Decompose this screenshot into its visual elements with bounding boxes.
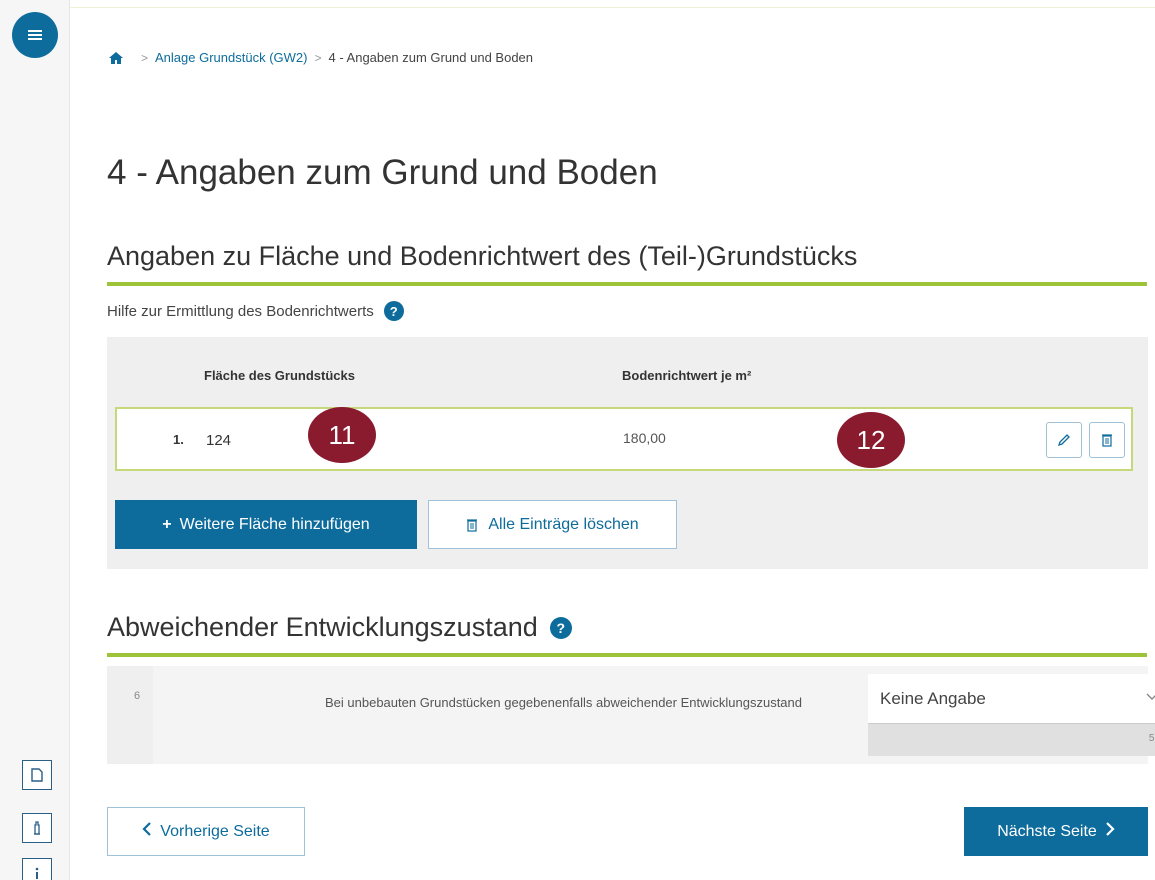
help-icon[interactable]: ?: [383, 301, 404, 321]
section-title: Angaben zu Fläche und Bodenrichtwert des…: [107, 241, 858, 271]
page-title: 4 - Angaben zum Grund und Boden: [107, 153, 658, 192]
tower-icon[interactable]: [22, 813, 52, 843]
bodenrichtwert-value: 180,00: [623, 430, 666, 446]
help-row: Hilfe zur Ermittlung des Bodenrichtwerts…: [107, 301, 404, 321]
trash-icon: [467, 518, 478, 532]
next-page-label: Nächste Seite: [997, 822, 1097, 840]
delete-all-label: Alle Einträge löschen: [488, 515, 639, 533]
delete-all-button[interactable]: Alle Einträge löschen: [428, 500, 677, 549]
left-rail: [0, 0, 70, 880]
table-row: 1. 124 180,00: [115, 407, 1133, 471]
character-counter: 51: [868, 724, 1155, 756]
home-icon[interactable]: [108, 51, 124, 65]
row-number: 1.: [173, 432, 184, 447]
add-flaeche-button[interactable]: + Weitere Fläche hinzufügen: [115, 500, 417, 549]
next-page-button[interactable]: Nächste Seite: [964, 807, 1148, 856]
flaeche-value: 124: [206, 432, 232, 449]
chevron-down-icon: [1146, 690, 1155, 704]
column-header-bodenrichtwert: Bodenrichtwert je m²: [622, 368, 752, 383]
document-icon[interactable]: [22, 760, 52, 790]
previous-page-label: Vorherige Seite: [160, 822, 270, 840]
menu-button[interactable]: [12, 12, 58, 58]
entwicklung-panel: 6 Bei unbebauten Grundstücken gegebenenf…: [107, 666, 1155, 764]
add-flaeche-label: Weitere Fläche hinzufügen: [179, 515, 370, 533]
entwicklungszustand-select[interactable]: Keine Angabe: [868, 674, 1155, 724]
field-number: 6: [134, 690, 141, 702]
breadcrumb-link-anlage[interactable]: Anlage Grundstück (GW2): [155, 50, 307, 65]
field-row: Bei unbebauten Grundstücken gegebenenfal…: [153, 666, 1155, 764]
column-header-flaeche: Fläche des Grundstücks: [204, 368, 355, 383]
help-text: Hilfe zur Ermittlung des Bodenrichtwerts: [107, 302, 374, 320]
breadcrumb: > Anlage Grundstück (GW2) > 4 - Angaben …: [108, 50, 533, 65]
flaeche-panel: Fläche des Grundstücks Bodenrichtwert je…: [107, 337, 1148, 569]
previous-page-button[interactable]: Vorherige Seite: [107, 807, 305, 856]
chevron-left-icon: [142, 822, 152, 841]
breadcrumb-separator: >: [314, 50, 322, 65]
annotation-badge-12: 12: [837, 412, 905, 468]
info-icon[interactable]: [22, 858, 52, 880]
edit-button[interactable]: [1046, 422, 1082, 458]
breadcrumb-current: 4 - Angaben zum Grund und Boden: [328, 50, 534, 65]
pencil-icon: [1057, 434, 1070, 447]
section-heading-entwicklung: Abweichender Entwicklungszustand ?: [107, 612, 1147, 657]
trash-icon: [1102, 434, 1112, 447]
delete-row-button[interactable]: [1089, 422, 1125, 458]
top-divider: [70, 7, 1155, 8]
breadcrumb-separator: >: [141, 50, 149, 65]
counter-value: 51: [1148, 733, 1155, 744]
chevron-right-icon: [1105, 822, 1115, 841]
plus-icon: +: [162, 515, 172, 533]
hamburger-icon: [28, 34, 42, 36]
field-label: Bei unbebauten Grundstücken gegebenenfal…: [325, 695, 802, 710]
annotation-badge-11: 11: [308, 407, 376, 463]
section-heading-flaeche: Angaben zu Fläche und Bodenrichtwert des…: [107, 241, 1147, 286]
section-title: Abweichender Entwicklungszustand: [107, 612, 538, 642]
select-value: Keine Angabe: [880, 688, 986, 708]
help-icon[interactable]: ?: [549, 616, 572, 639]
